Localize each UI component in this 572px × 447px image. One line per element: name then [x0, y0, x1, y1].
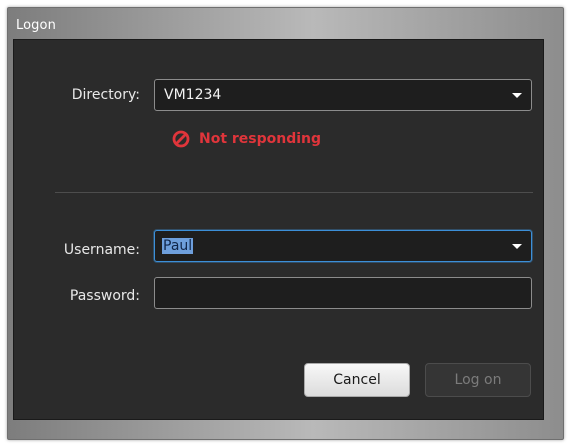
directory-dropdown[interactable]: VM1234: [154, 79, 532, 111]
section-divider: [55, 192, 533, 193]
directory-value: VM1234: [164, 87, 222, 103]
username-value[interactable]: Paul: [162, 238, 194, 254]
username-combobox[interactable]: Paul: [154, 230, 532, 262]
password-field[interactable]: [154, 277, 532, 309]
status-text: Not responding: [199, 131, 322, 147]
window-title: Logon: [16, 18, 56, 33]
chevron-down-icon[interactable]: [512, 93, 522, 98]
chevron-down-icon[interactable]: [512, 244, 522, 249]
username-label: Username:: [63, 242, 140, 258]
password-label: Password:: [69, 288, 140, 304]
directory-label: Directory:: [71, 87, 140, 103]
log-on-button[interactable]: Log on: [425, 363, 531, 397]
connection-status: Not responding: [172, 130, 321, 148]
ban-icon: [172, 130, 190, 148]
cancel-button[interactable]: Cancel: [304, 363, 410, 397]
